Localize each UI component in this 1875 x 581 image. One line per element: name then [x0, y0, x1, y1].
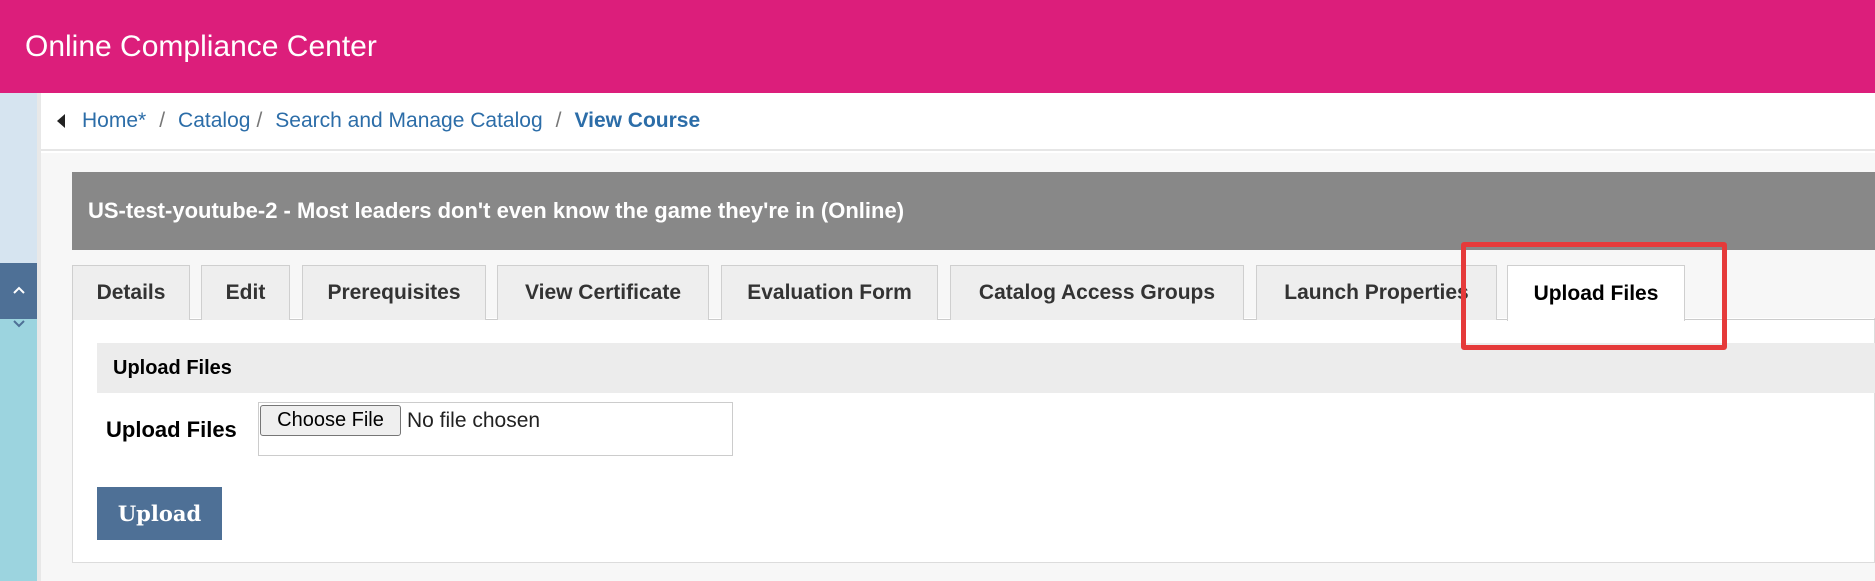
tab-catalog-access-groups[interactable]: Catalog Access Groups	[950, 265, 1244, 320]
breadcrumb-separator: /	[256, 109, 263, 132]
no-file-status: No file chosen	[407, 409, 541, 432]
tab-view-certificate[interactable]: View Certificate	[497, 265, 709, 320]
choose-file-button[interactable]: Choose File	[260, 405, 401, 436]
chevron-up-icon	[12, 286, 25, 294]
breadcrumb-current: View Course	[574, 109, 701, 132]
tab-upload-files[interactable]: Upload Files	[1507, 265, 1685, 321]
course-title-bar: US-test-youtube-2 - Most leaders don't e…	[72, 172, 1875, 250]
section-title: Upload Files	[97, 343, 1875, 393]
breadcrumb-separator: /	[555, 109, 562, 132]
tab-evaluation-form[interactable]: Evaluation Form	[721, 265, 938, 320]
app-title: Online Compliance Center	[25, 30, 377, 63]
course-title: US-test-youtube-2 - Most leaders don't e…	[88, 198, 905, 223]
tab-edit[interactable]: Edit	[201, 265, 290, 320]
top-bar: Online Compliance Center	[0, 0, 1875, 93]
sidebar	[0, 93, 37, 581]
breadcrumb-catalog[interactable]: Catalog	[178, 109, 250, 133]
tab-prerequisites[interactable]: Prerequisites	[302, 265, 486, 320]
sidebar-toggle-3[interactable]	[0, 263, 37, 319]
breadcrumb-home[interactable]: Home*	[82, 109, 146, 133]
caret-left-icon[interactable]	[55, 112, 67, 130]
breadcrumb-separator: /	[159, 109, 166, 132]
tab-details[interactable]: Details	[72, 265, 190, 320]
breadcrumb: Home* / Catalog / Search and Manage Cata…	[41, 93, 1875, 151]
upload-files-label: Upload Files	[106, 417, 237, 442]
breadcrumb-search-manage-catalog[interactable]: Search and Manage Catalog	[275, 109, 542, 133]
tab-launch-properties[interactable]: Launch Properties	[1256, 265, 1497, 320]
upload-button[interactable]: Upload	[97, 487, 222, 540]
